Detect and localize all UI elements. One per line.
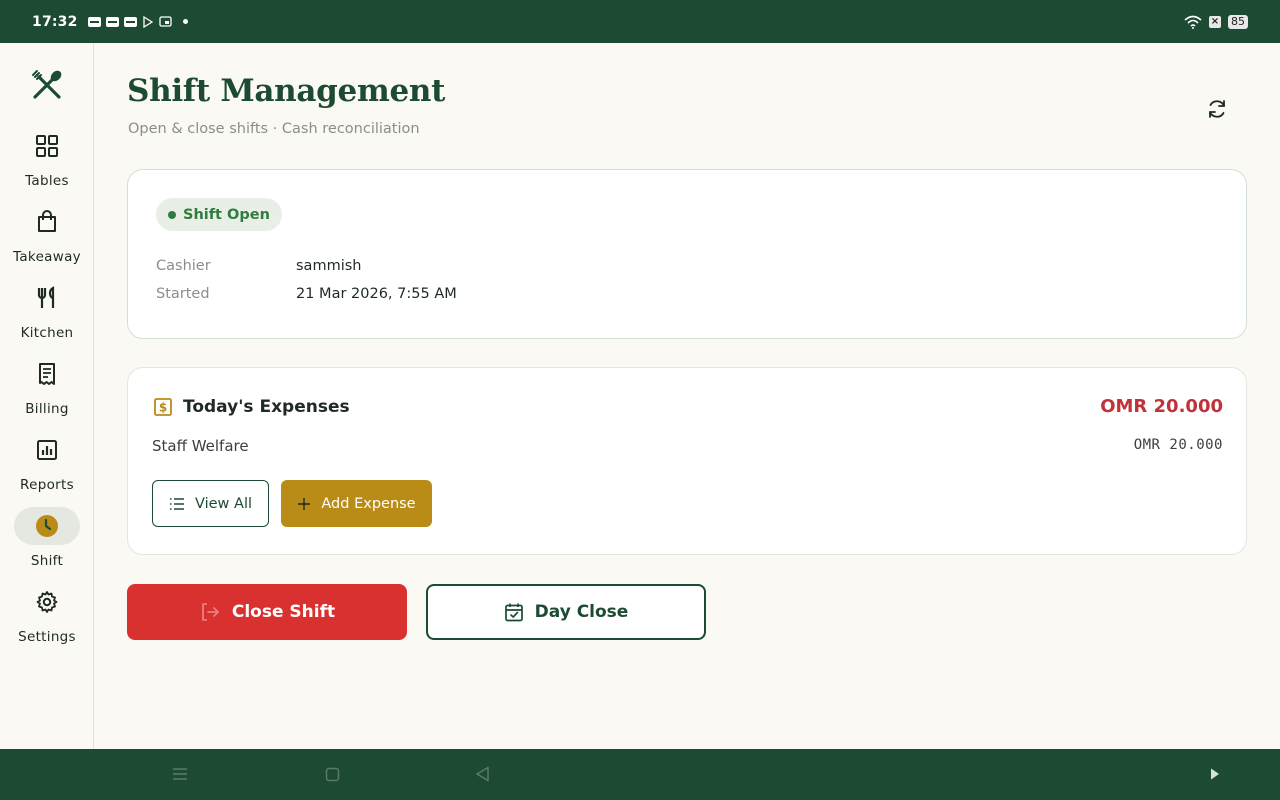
- more-notifications-dot: [182, 19, 188, 24]
- started-value: 21 Mar 2026, 7:55 AM: [296, 286, 457, 302]
- home-button[interactable]: [322, 764, 342, 784]
- shift-status-text: Shift Open: [183, 206, 270, 223]
- refresh-button[interactable]: [1199, 91, 1235, 127]
- clock-icon: [36, 515, 58, 537]
- sidebar-item-label: Reports: [20, 477, 74, 493]
- sidebar-item-kitchen[interactable]: Kitchen: [0, 279, 94, 349]
- grid-icon: [36, 135, 58, 157]
- home-square-icon: [325, 767, 339, 781]
- started-label: Started: [156, 286, 210, 302]
- gear-icon: [36, 591, 58, 613]
- sidebar-item-settings[interactable]: Settings: [0, 583, 94, 653]
- money-icon: $: [154, 398, 172, 416]
- expenses-title: Today's Expenses: [183, 397, 350, 417]
- logout-icon: [201, 603, 219, 621]
- notification-icon: [87, 16, 101, 27]
- status-dot-icon: [168, 210, 176, 219]
- day-close-label: Day Close: [534, 602, 629, 622]
- page-subtitle: Open & close shifts · Cash reconciliatio…: [128, 121, 420, 137]
- view-all-button[interactable]: View All: [152, 480, 269, 527]
- notification-icons: [87, 15, 188, 28]
- plus-icon: [298, 497, 311, 510]
- day-close-button[interactable]: Day Close: [426, 584, 706, 640]
- sidebar-item-label: Shift: [30, 553, 64, 569]
- play-triangle-icon: [1211, 768, 1219, 780]
- view-all-label: View All: [195, 495, 252, 512]
- cashier-value: sammish: [296, 258, 362, 274]
- page-title: Shift Management: [127, 73, 446, 109]
- sidebar-item-label: Billing: [25, 401, 69, 417]
- sidebar-item-takeaway[interactable]: Takeaway: [0, 203, 94, 273]
- close-shift-label: Close Shift: [231, 602, 336, 622]
- add-expense-button[interactable]: Add Expense: [281, 480, 432, 527]
- refresh-icon: [1209, 100, 1225, 118]
- nav-expand-button[interactable]: [1205, 764, 1225, 784]
- sidebar-item-label: Tables: [25, 173, 69, 189]
- bag-icon: [38, 210, 56, 232]
- expenses-card: $ Today's Expenses OMR 20.000 Staff Welf…: [127, 367, 1247, 555]
- system-nav-bar: [0, 749, 1280, 800]
- shift-status-card: Shift Open Cashier sammish Started 21 Ma…: [127, 169, 1247, 339]
- notification-icon: [105, 16, 119, 27]
- battery-indicator: 85: [1228, 14, 1248, 29]
- sidebar-item-reports[interactable]: Reports: [0, 431, 94, 501]
- sidebar-item-tables[interactable]: Tables: [0, 127, 94, 197]
- app-logo-icon: [32, 70, 62, 99]
- sidebar-item-label: Takeaway: [13, 249, 81, 265]
- receipt-icon: [39, 363, 55, 385]
- recents-button[interactable]: [170, 764, 190, 784]
- sidebar-item-label: Settings: [18, 629, 76, 645]
- back-triangle-icon: [475, 766, 489, 782]
- expense-item-name: Staff Welfare: [152, 437, 249, 455]
- shift-status-badge: Shift Open: [156, 198, 282, 231]
- sidebar-item-shift[interactable]: Shift: [0, 507, 94, 577]
- list-icon: [170, 497, 184, 510]
- screen-icon: [158, 16, 172, 27]
- no-sim-icon: ×: [1209, 15, 1221, 28]
- calendar-check-icon: [504, 603, 523, 622]
- status-bar: 17:32 × 85: [0, 0, 1280, 43]
- menu-icon: [173, 768, 187, 780]
- notification-icon: [123, 16, 137, 27]
- expenses-total: OMR 20.000: [1100, 396, 1223, 417]
- back-button[interactable]: [472, 764, 492, 784]
- add-expense-label: Add Expense: [321, 495, 416, 512]
- chart-icon: [37, 440, 57, 460]
- main-content: Shift Management Open & close shifts · C…: [95, 43, 1280, 749]
- play-store-icon: [142, 15, 153, 28]
- status-time: 17:32: [32, 13, 78, 30]
- svg-text:$: $: [159, 401, 167, 415]
- cashier-label: Cashier: [156, 258, 211, 274]
- expense-item-amount: OMR 20.000: [1133, 437, 1223, 453]
- close-shift-button[interactable]: Close Shift: [127, 584, 407, 640]
- sidebar-item-label: Kitchen: [20, 325, 74, 341]
- sidebar-item-billing[interactable]: Billing: [0, 355, 94, 425]
- utensils-icon: [37, 286, 55, 308]
- wifi-icon: [1184, 15, 1202, 29]
- sidebar: Tables Takeaway Kitchen Billing Reports …: [0, 43, 94, 749]
